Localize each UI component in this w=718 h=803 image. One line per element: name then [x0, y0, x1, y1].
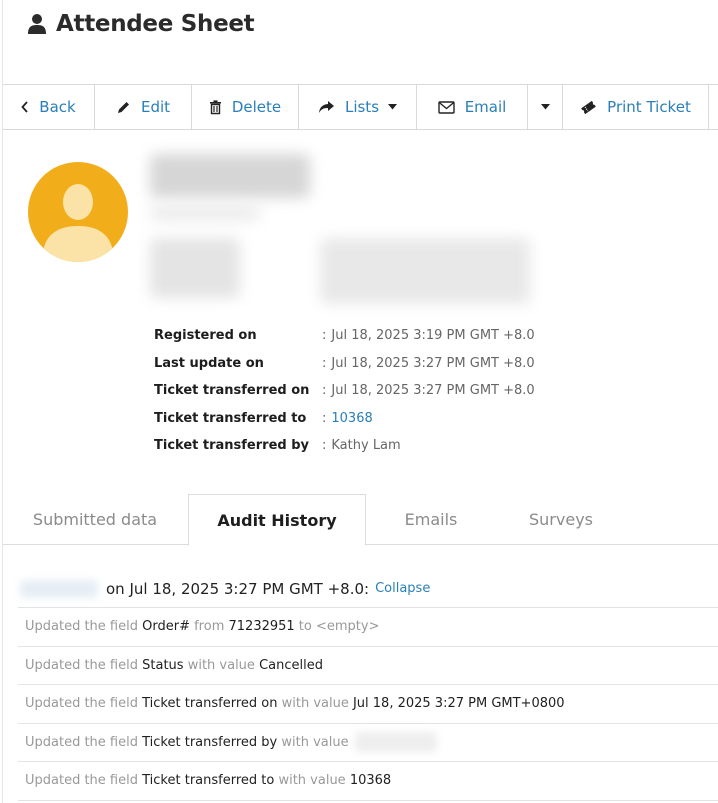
lists-label: Lists: [344, 98, 380, 116]
collapse-link[interactable]: Collapse: [375, 581, 430, 596]
pencil-icon: [116, 100, 131, 115]
audit-row: Updated the field Ticket transferred on …: [18, 685, 718, 724]
lists-dropdown-button[interactable]: Lists: [299, 85, 417, 129]
user-silhouette-icon: [42, 184, 114, 262]
email-button[interactable]: Email: [417, 85, 528, 129]
redacted-subtitle: [150, 205, 260, 221]
user-icon: [28, 14, 46, 34]
tab-surveys[interactable]: Surveys: [495, 494, 627, 545]
redacted-name: [150, 154, 310, 198]
delete-button[interactable]: Delete: [192, 85, 299, 129]
print-ticket-label: Print Ticket: [607, 98, 691, 116]
avatar: [28, 162, 128, 262]
detail-row-ticket-transferred-by: Ticket transferred by : Kathy Lam: [154, 438, 401, 454]
print-ticket-button[interactable]: Print Ticket: [563, 85, 709, 129]
trash-icon: [209, 99, 222, 115]
redacted-value: [354, 732, 437, 753]
redacted-info-values: [320, 238, 530, 304]
audit-history: on Jul 18, 2025 3:27 PM GMT +8.0: Collap…: [18, 570, 718, 801]
edit-label: Edit: [140, 98, 171, 116]
transferred-to-link[interactable]: 10368: [331, 411, 372, 426]
email-dropdown-toggle[interactable]: [528, 85, 563, 129]
tab-bar: Submitted data Audit History Emails Surv…: [3, 494, 718, 546]
email-label: Email: [464, 98, 507, 116]
ticket-icon: [580, 100, 597, 115]
detail-row-ticket-transferred-on: Ticket transferred on : Jul 18, 2025 3:27…: [154, 383, 535, 399]
chevron-left-icon: [21, 101, 29, 113]
audit-row: Updated the field Order# from 71232951 t…: [18, 608, 718, 647]
tab-audit-history[interactable]: Audit History: [188, 494, 366, 546]
detail-row-registered-on: Registered on : Jul 18, 2025 3:19 PM GMT …: [154, 328, 535, 344]
edit-button[interactable]: Edit: [95, 85, 192, 129]
audit-row: Updated the field Status with value Canc…: [18, 647, 718, 685]
redacted-info-labels: [150, 238, 240, 298]
audit-entry-date: on Jul 18, 2025 3:27 PM GMT +8.0:: [106, 579, 370, 598]
caret-down-icon: [388, 104, 398, 110]
audit-row: Updated the field Ticket transferred by …: [18, 724, 718, 762]
detail-row-ticket-transferred-to: Ticket transferred to :10368: [154, 410, 373, 426]
share-arrow-icon: [318, 100, 335, 114]
detail-row-last-update-on: Last update on : Jul 18, 2025 3:27 PM GMT…: [154, 355, 535, 371]
envelope-icon: [437, 100, 455, 114]
attendee-details: Registered on : Jul 18, 2025 3:19 PM GMT …: [154, 322, 535, 460]
delete-label: Delete: [231, 98, 282, 116]
back-label: Back: [39, 98, 76, 116]
audit-entry-header: on Jul 18, 2025 3:27 PM GMT +8.0: Collap…: [18, 570, 718, 608]
tab-submitted-data[interactable]: Submitted data: [3, 494, 187, 545]
audit-row: Updated the field Ticket transferred to …: [18, 762, 718, 801]
page-header: Attendee Sheet: [27, 6, 255, 42]
page-title: Attendee Sheet: [56, 11, 255, 37]
redacted-user: [20, 579, 98, 598]
back-button[interactable]: Back: [3, 85, 95, 129]
tab-emails[interactable]: Emails: [367, 494, 495, 545]
action-toolbar: Back Edit Delete Lists Email Print Ticke…: [3, 84, 718, 130]
caret-down-icon: [540, 104, 550, 110]
